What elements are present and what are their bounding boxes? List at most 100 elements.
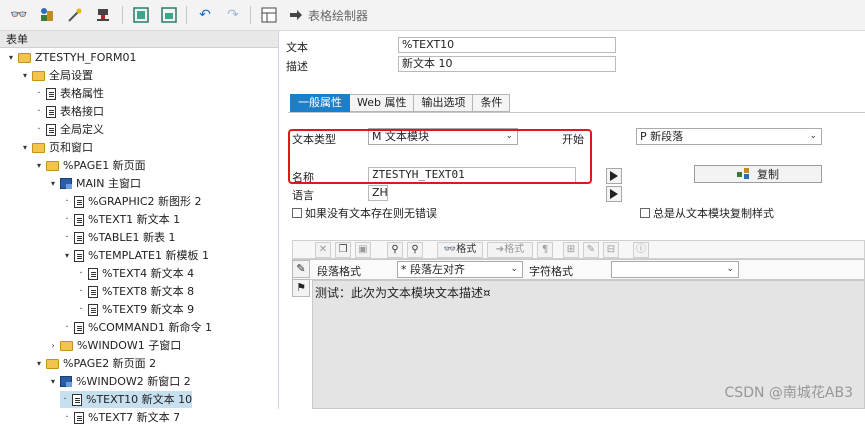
tree-item-label: %TEMPLATE1 新模板 1 bbox=[88, 249, 209, 262]
info-icon[interactable]: ⓘ bbox=[633, 242, 649, 258]
command-icon bbox=[74, 321, 84, 334]
language-field[interactable]: ZH bbox=[368, 185, 388, 201]
tab-web[interactable]: Web 属性 bbox=[350, 94, 415, 112]
find-icon[interactable]: ⚲ bbox=[387, 242, 403, 258]
redo-icon[interactable]: ↷ bbox=[224, 6, 242, 24]
tree-item[interactable]: · %TEXT4 新文本 4 bbox=[76, 265, 194, 282]
import-icon[interactable] bbox=[160, 6, 178, 24]
copy-icon[interactable]: ❐ bbox=[335, 242, 351, 258]
edit-icon[interactable]: ✎ bbox=[583, 242, 599, 258]
character-format-label: 字符格式 bbox=[529, 265, 573, 278]
bullet-icon: · bbox=[37, 106, 41, 117]
tab-output-options[interactable]: 输出选项 bbox=[414, 94, 474, 112]
chevron-down-icon[interactable]: ▾ bbox=[48, 373, 58, 390]
stamp-icon[interactable] bbox=[94, 6, 112, 24]
chevron-down-icon[interactable]: ▾ bbox=[62, 247, 72, 264]
always-copy-checkbox[interactable]: 总是从文本模块复制样式 bbox=[640, 205, 774, 221]
property-tabs: 一般属性 Web 属性 输出选项 条件 bbox=[290, 94, 511, 112]
tree-item[interactable]: · %TEXT1 新文本 1 bbox=[62, 211, 180, 228]
tree-item[interactable]: · %TEXT9 新文本 9 bbox=[76, 301, 194, 318]
wand-icon[interactable] bbox=[66, 6, 84, 24]
main-toolbar: 👓 ↶ ↷ 表格绘制器 bbox=[0, 0, 865, 31]
bullet-icon: · bbox=[65, 196, 69, 207]
tree-item-label: %TEXT10 新文本 10 bbox=[86, 393, 193, 406]
undo-icon[interactable]: ↶ bbox=[196, 6, 214, 24]
tab-general[interactable]: 一般属性 bbox=[290, 94, 350, 112]
arrow-right-icon bbox=[290, 10, 302, 20]
cut-icon[interactable]: ✕ bbox=[315, 242, 331, 258]
tree-item[interactable]: · %TABLE1 新表 1 bbox=[62, 229, 175, 246]
editor-toolbar: ✕ ❐ ▣ ⚲ ⚲ 👓格式 ➔格式 ¶ ⊞ ✎ ⊟ ⓘ bbox=[292, 240, 865, 259]
form-tree-panel: 表单 ▾ ZTESTYH_FORM01 ▾ 全局设置 · 表格属性 · 表格接口 · 全局定义 ▾ 页… bbox=[0, 31, 279, 424]
window-icon bbox=[60, 376, 72, 387]
copy-button-label: 复制 bbox=[757, 168, 779, 181]
tree-item-label: 全局定义 bbox=[60, 123, 104, 136]
character-format-select[interactable]: ⌄ bbox=[611, 261, 739, 278]
tree-item[interactable]: › %WINDOW1 子窗口 bbox=[48, 337, 181, 354]
paragraph-icon[interactable]: ¶ bbox=[537, 242, 553, 258]
glasses-icon[interactable]: 👓 bbox=[10, 6, 28, 24]
chevron-down-icon[interactable]: ▾ bbox=[48, 175, 58, 192]
edit-document-icon[interactable]: ✎ bbox=[292, 260, 310, 278]
format-button-disabled[interactable]: ➔格式 bbox=[487, 242, 533, 258]
tree-item-label: %TEXT1 新文本 1 bbox=[88, 213, 181, 226]
tree-item[interactable]: ▾ 页和窗口 bbox=[20, 139, 93, 156]
tree-item[interactable]: · %COMMAND1 新命令 1 bbox=[62, 319, 212, 336]
tree-item[interactable]: · 全局定义 bbox=[34, 121, 104, 138]
language-label: 语言 bbox=[292, 189, 314, 202]
bullet-icon: · bbox=[79, 304, 83, 315]
chevron-down-icon[interactable]: ▾ bbox=[20, 139, 30, 156]
play-icon[interactable] bbox=[606, 186, 622, 202]
tree-item[interactable]: · %GRAPHIC2 新图形 2 bbox=[62, 193, 201, 210]
delete-icon[interactable]: ⊟ bbox=[603, 242, 619, 258]
tree-item[interactable]: · %TEXT8 新文本 8 bbox=[76, 283, 194, 300]
tree-item-label: 页和窗口 bbox=[49, 141, 93, 154]
tree-item-label: %TEXT8 新文本 8 bbox=[102, 285, 195, 298]
tree-item[interactable]: ▾ %WINDOW2 新窗口 2 bbox=[48, 373, 191, 390]
layout-icon[interactable] bbox=[260, 6, 278, 24]
insert-icon[interactable]: ⊞ bbox=[563, 242, 579, 258]
copy-button[interactable]: 复制 bbox=[694, 165, 822, 183]
chevron-down-icon[interactable]: ▾ bbox=[34, 355, 44, 372]
chevron-down-icon[interactable]: ▾ bbox=[6, 49, 16, 66]
description-field[interactable]: 新文本 10 bbox=[398, 56, 616, 72]
glasses-icon: 👓 bbox=[443, 244, 457, 255]
objects-icon[interactable] bbox=[38, 6, 56, 24]
chevron-down-icon: ⌄ bbox=[809, 131, 817, 141]
chevron-right-icon[interactable]: › bbox=[48, 337, 58, 354]
tree-item[interactable]: ▾ 全局设置 bbox=[20, 67, 93, 84]
description-label: 描述 bbox=[286, 60, 308, 73]
window-icon bbox=[60, 178, 72, 189]
tree-item[interactable]: ▾ ZTESTYH_FORM01 bbox=[6, 49, 137, 66]
no-error-checkbox[interactable]: 如果没有文本存在则无错误 bbox=[292, 205, 437, 221]
tree-item[interactable]: ▾ %PAGE2 新页面 2 bbox=[34, 355, 156, 372]
chevron-down-icon: ⌄ bbox=[510, 264, 518, 274]
format-button[interactable]: 👓格式 bbox=[437, 242, 483, 258]
play-icon[interactable] bbox=[606, 168, 622, 184]
text-icon bbox=[74, 213, 84, 226]
tree-item[interactable]: · %TEXT10 新文本 10 bbox=[60, 391, 193, 408]
text-icon bbox=[88, 285, 98, 298]
chevron-down-icon[interactable]: ▾ bbox=[34, 157, 44, 174]
text-module-icon[interactable]: ⚑ bbox=[292, 279, 310, 297]
toolbar-title: 表格绘制器 bbox=[308, 9, 369, 23]
tree-item[interactable]: · %TEXT7 新文本 7 bbox=[62, 409, 180, 426]
tree-item[interactable]: · 表格属性 bbox=[34, 85, 104, 102]
paragraph-format-select[interactable]: * 段落左对齐 ⌄ bbox=[397, 261, 523, 278]
tree-item[interactable]: ▾ MAIN 主窗口 bbox=[48, 175, 141, 192]
folder-icon bbox=[32, 70, 45, 81]
highlight-box bbox=[288, 129, 592, 184]
checkbox-box bbox=[292, 208, 302, 218]
tree-item[interactable]: ▾ %PAGE1 新页面 bbox=[34, 157, 146, 174]
text-name-field[interactable]: %TEXT10 bbox=[398, 37, 616, 53]
watermark: CSDN @南城花AB3 bbox=[724, 385, 853, 401]
start-select[interactable]: P 新段落 ⌄ bbox=[636, 128, 822, 145]
paste-icon[interactable]: ▣ bbox=[355, 242, 371, 258]
tree-item[interactable]: · 表格接口 bbox=[34, 103, 104, 120]
folder-icon bbox=[18, 52, 31, 63]
tab-conditions[interactable]: 条件 bbox=[473, 94, 511, 112]
find-next-icon[interactable]: ⚲ bbox=[407, 242, 423, 258]
tree-item[interactable]: ▾ %TEMPLATE1 新模板 1 bbox=[62, 247, 209, 264]
chevron-down-icon[interactable]: ▾ bbox=[20, 67, 30, 84]
export-icon[interactable] bbox=[132, 6, 150, 24]
